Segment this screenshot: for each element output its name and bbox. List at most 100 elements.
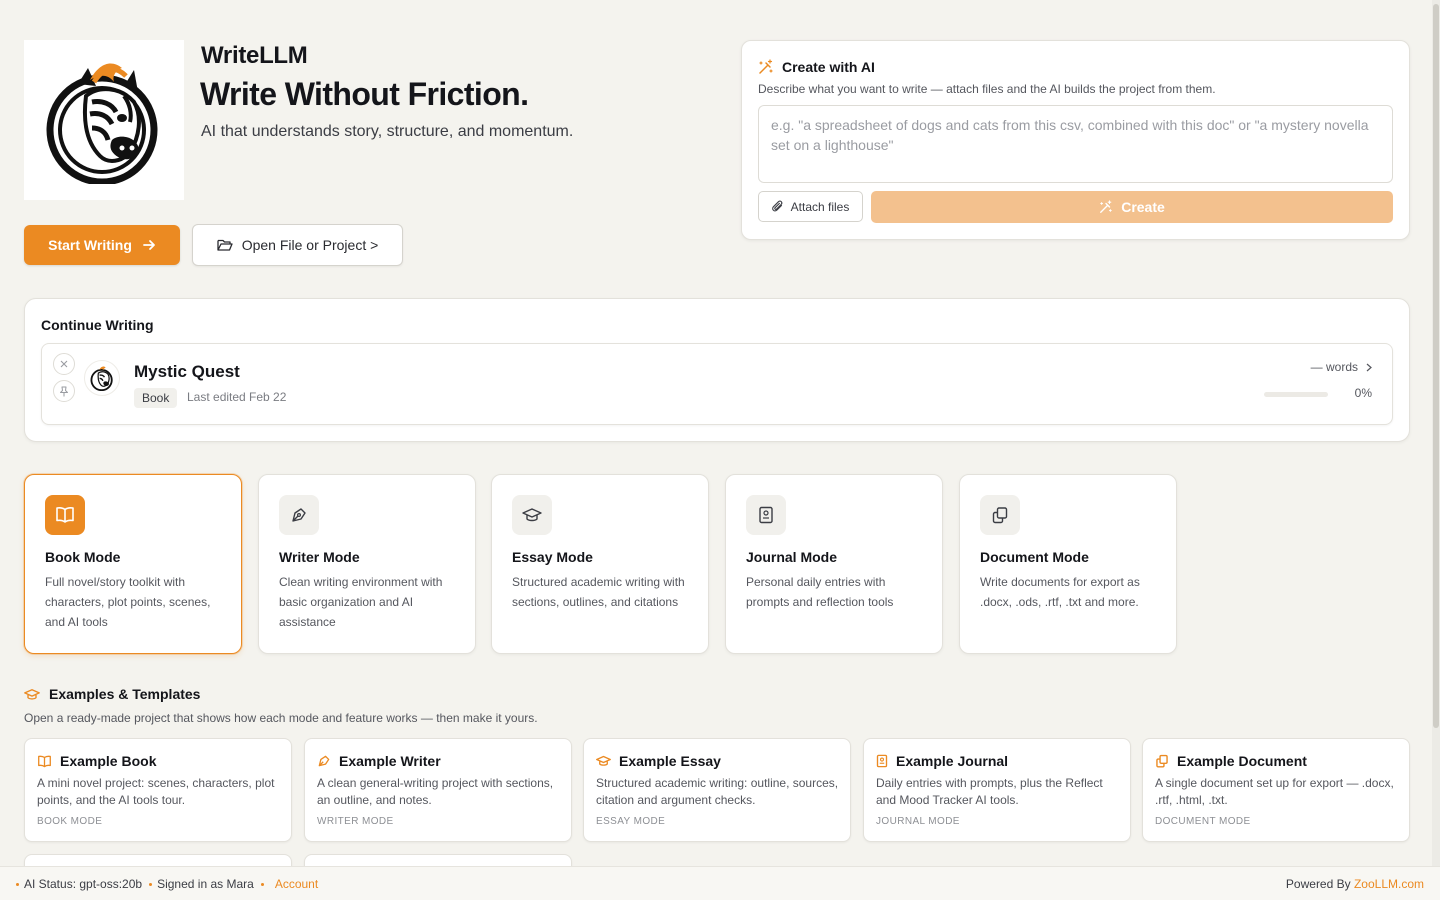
signed-in-user: Signed in as Mara [157,877,254,891]
graduation-cap-icon [596,755,611,766]
book-icon [38,755,51,767]
pen-icon [318,755,330,767]
open-file-button[interactable]: Open File or Project > [192,224,403,266]
project-word-count: — words [1311,360,1372,374]
example-card-document[interactable]: Example Document A single document set u… [1142,738,1410,842]
example-mode-label: JOURNAL MODE [876,816,960,827]
mode-icon-container [980,495,1020,535]
example-description: Structured academic writing: outline, so… [596,776,839,807]
status-footer: AI Status: gpt-oss:20b Signed in as Mara… [0,866,1440,900]
powered-by-link[interactable]: ZooLLM.com [1354,877,1424,891]
create-label: Create [1121,199,1165,215]
app-logo [24,40,184,200]
mode-description: Full novel/story toolkit with characters… [45,575,211,629]
create-with-ai-card: Create with AI Describe what you want to… [741,40,1410,240]
project-progress-percent: 0% [1354,386,1372,400]
powered-by-prefix: Powered By [1285,877,1354,891]
examples-title: Examples & Templates [49,686,201,702]
recent-project-row[interactable]: Mystic Quest Book Last edited Feb 22 — w… [41,343,1393,425]
folder-open-icon [217,239,233,251]
create-with-ai-title: Create with AI [782,59,875,75]
continue-writing-section: Continue Writing Mystic Quest Book Last … [24,298,1410,442]
start-writing-label: Start Writing [48,237,132,253]
example-title: Example Book [60,753,157,769]
create-with-ai-heading: Create with AI [758,59,875,75]
mode-card-book[interactable]: Book Mode Full novel/story toolkit with … [24,474,242,654]
mode-title: Essay Mode [512,549,593,565]
project-name: Mystic Quest [134,362,240,381]
main-scroll-area: WriteLLM Write Without Friction. AI that… [0,0,1432,866]
project-last-edited: Last edited Feb 22 [187,390,287,404]
remove-project-button[interactable] [53,353,75,375]
example-card-heading: Example Essay [596,753,721,769]
separator-dot [260,882,264,886]
example-card-partial[interactable] [24,854,292,866]
ai-status: AI Status: gpt-oss:20b [24,877,143,891]
start-writing-button[interactable]: Start Writing [24,225,180,265]
example-mode-label: ESSAY MODE [596,816,666,827]
attach-files-button[interactable]: Attach files [758,191,863,222]
page-subtitle: AI that understands story, structure, an… [201,123,574,140]
app-name: WriteLLM [201,42,308,69]
example-card-book[interactable]: Example Book A mini novel project: scene… [24,738,292,842]
project-progress-bar [1264,392,1328,397]
example-description: A clean general-writing project with sec… [317,776,554,807]
journal-icon [876,754,888,768]
ai-prompt-input[interactable]: e.g. "a spreadsheet of dogs and cats fro… [758,105,1393,183]
page-title: Write Without Friction. [200,76,529,112]
zebra-logo-icon [46,63,158,184]
separator-dot [149,882,153,886]
example-mode-label: BOOK MODE [37,816,103,827]
example-description: Daily entries with prompts, plus the Ref… [876,776,1103,807]
create-button[interactable]: Create [871,191,1393,223]
mode-description: Personal daily entries with prompts and … [746,575,894,609]
status-dot [16,882,19,886]
example-mode-label: WRITER MODE [317,816,394,827]
book-icon [56,507,74,523]
example-card-essay[interactable]: Example Essay Structured academic writin… [583,738,851,842]
arrow-right-icon [142,240,155,250]
zebra-logo-icon [90,366,113,391]
pin-project-button[interactable] [53,380,75,402]
documents-icon [992,507,1008,524]
example-mode-label: DOCUMENT MODE [1155,816,1251,827]
example-card-journal[interactable]: Example Journal Daily entries with promp… [863,738,1131,842]
close-icon [60,360,68,368]
example-card-writer[interactable]: Example Writer A clean general-writing p… [304,738,572,842]
mode-title: Book Mode [45,549,121,565]
pen-icon [292,508,306,522]
account-link[interactable]: Account [275,877,318,891]
example-card-heading: Example Journal [876,753,1008,769]
documents-icon [1156,754,1168,768]
mode-card-document[interactable]: Document Mode Write documents for export… [959,474,1177,654]
mode-icon-container [512,495,552,535]
mode-card-journal[interactable]: Journal Mode Personal daily entries with… [725,474,943,654]
example-description: A mini novel project: scenes, characters… [37,776,275,807]
mode-title: Journal Mode [746,549,838,565]
example-title: Example Writer [339,753,441,769]
example-card-heading: Example Writer [317,753,441,769]
example-description: A single document set up for export — .d… [1155,776,1394,807]
open-file-label: Open File or Project > [241,237,379,253]
attach-files-label: Attach files [790,199,850,214]
pin-icon [60,386,68,396]
project-type-badge: Book [134,388,178,408]
continue-writing-title: Continue Writing [41,317,154,333]
project-avatar [84,360,120,396]
mode-card-essay[interactable]: Essay Mode Structured academic writing w… [491,474,709,654]
mode-description: Structured academic writing with section… [512,575,685,609]
mode-card-writer[interactable]: Writer Mode Clean writing environment wi… [258,474,476,654]
graduation-cap-icon [522,508,542,522]
example-card-heading: Example Book [37,753,156,769]
scrollbar[interactable] [1432,0,1440,866]
example-card-heading: Example Document [1155,753,1307,769]
mode-icon-container [45,495,85,535]
graduation-cap-icon [24,688,40,700]
scrollbar-thumb[interactable] [1433,4,1439,728]
word-count-label: — words [1310,360,1358,374]
mode-icon-container [279,495,319,535]
footer-status: AI Status: gpt-oss:20b Signed in as Mara… [16,877,318,891]
mode-icon-container [746,495,786,535]
example-card-partial[interactable] [304,854,572,866]
example-title: Example Document [1177,753,1307,769]
